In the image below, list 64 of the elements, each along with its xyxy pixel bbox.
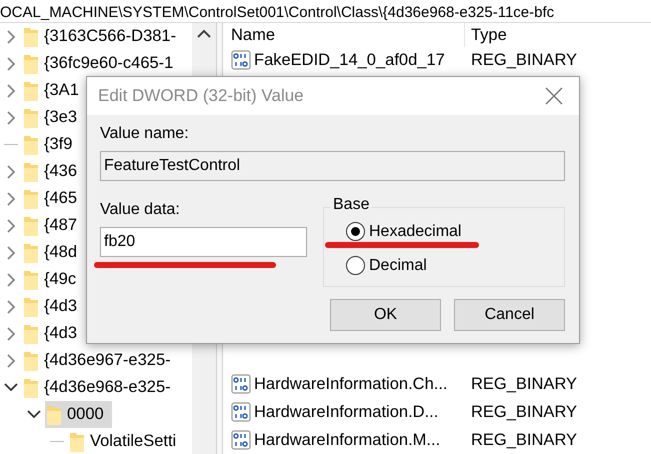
binary-value-icon (231, 374, 251, 394)
tree-item[interactable]: {3e3 (22, 104, 78, 131)
tree-item[interactable]: {49c (22, 266, 76, 293)
value-type: REG_BINARY (471, 50, 578, 70)
close-icon[interactable] (545, 87, 563, 105)
dialog-button[interactable]: OK (330, 299, 441, 331)
radio-option[interactable]: Hexadecimal (346, 222, 462, 241)
value-name: HardwareInformation.D... (254, 402, 440, 422)
tree-line (50, 440, 64, 442)
folder-icon (22, 268, 40, 290)
registry-path: OCAL_MACHINE\SYSTEM\ControlSet001\Control\Class\{4d36e968-e325-11ce-bfc (0, 4, 554, 22)
value-type: REG_BINARY (471, 430, 578, 450)
caret-icon[interactable] (197, 29, 211, 38)
tree-item[interactable]: {4d36e967-e325- (22, 347, 171, 374)
binary-value-icon (231, 50, 251, 70)
column-header[interactable]: Type (471, 26, 591, 44)
tree-item[interactable]: {36fc9e60-c465-1 (22, 50, 174, 77)
folder-icon (22, 214, 40, 236)
tree-item[interactable]: {4d3 (22, 293, 78, 320)
field-label: Value name: (100, 125, 190, 143)
chevron-icon[interactable] (27, 410, 41, 419)
folder-icon (22, 322, 40, 344)
tree-item[interactable]: {48d (22, 239, 78, 266)
binary-value-icon (231, 430, 251, 450)
radio-icon[interactable] (346, 256, 365, 275)
folder-icon (22, 80, 40, 102)
binary-value-icon (231, 402, 251, 422)
tree-item[interactable]: {3f9 (22, 131, 72, 158)
folder-icon (45, 404, 63, 426)
value-name-field: FeatureTestControl (100, 151, 565, 181)
tree-item[interactable]: {4d36e968-e325- (22, 374, 171, 401)
tree-item[interactable]: VolatileSetti (68, 428, 176, 454)
tree-item[interactable]: {436 (22, 158, 78, 185)
folder-icon (22, 242, 40, 264)
tree-item[interactable]: {4d3 (22, 320, 78, 347)
radio-icon[interactable] (346, 222, 365, 241)
folder-icon (22, 188, 40, 210)
dialog-button[interactable]: Cancel (454, 299, 565, 331)
folder-icon (22, 376, 40, 398)
folder-icon (22, 296, 40, 318)
tree-line (4, 144, 18, 146)
chevron-icon[interactable] (4, 383, 18, 392)
tree-item[interactable]: {465 (22, 185, 78, 212)
folder-icon (22, 160, 40, 182)
folder-icon (68, 430, 86, 452)
folder-icon (22, 106, 40, 128)
tree-item[interactable]: {3A1 (22, 77, 79, 104)
value-name: FakeEDID_14_0_af0d_17 (254, 50, 446, 70)
tree-item[interactable]: 0000 (45, 401, 112, 428)
folder-icon (22, 26, 40, 48)
folder-icon (22, 350, 40, 372)
folder-icon (22, 134, 40, 156)
tree-item[interactable]: {3163C566-D381- (22, 23, 176, 50)
value-data-field[interactable]: fb20 (100, 227, 307, 257)
radio-option[interactable]: Decimal (346, 256, 427, 275)
tree-item[interactable]: {487 (22, 212, 78, 239)
value-type: REG_BINARY (471, 374, 578, 394)
value-name: HardwareInformation.M... (254, 430, 442, 450)
folder-icon (22, 52, 40, 74)
field-label: Value data: (100, 201, 181, 219)
column-header[interactable]: Name (231, 26, 464, 44)
dialog-title: Edit DWORD (32-bit) Value (98, 86, 304, 106)
value-name: HardwareInformation.Ch... (254, 374, 448, 394)
value-type: REG_BINARY (471, 402, 578, 422)
